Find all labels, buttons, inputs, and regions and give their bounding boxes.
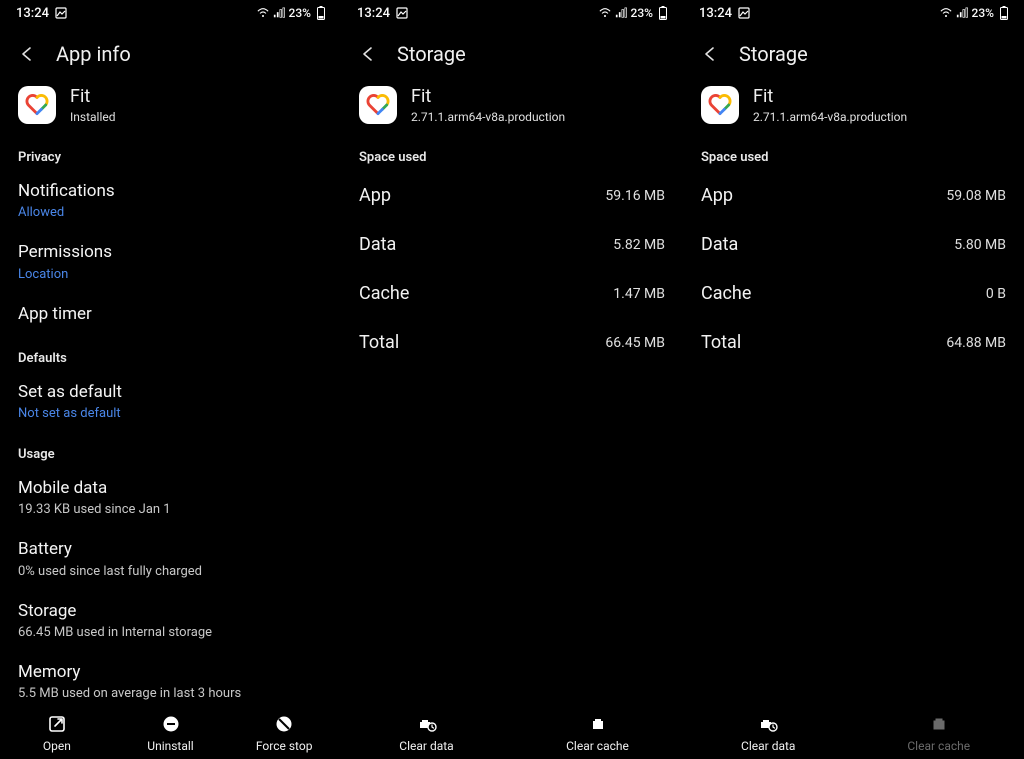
section-privacy: Privacy — [18, 150, 323, 165]
app-icon — [359, 86, 397, 124]
storage-list: Space used App 59.08 MB Data 5.80 MB Cac… — [683, 136, 1024, 759]
image-icon — [55, 7, 67, 19]
clear-data-icon — [417, 714, 437, 734]
row-notifications[interactable]: Notifications Allowed — [18, 171, 323, 232]
status-time: 13:24 — [16, 6, 49, 21]
app-icon — [701, 86, 739, 124]
image-icon — [738, 7, 750, 19]
force-stop-icon — [274, 714, 294, 734]
section-usage: Usage — [18, 447, 323, 462]
app-header[interactable]: Fit 2.71.1.arm64-v8a.production — [683, 76, 1024, 136]
force-stop-button[interactable]: Force stop — [227, 714, 341, 753]
clear-cache-button[interactable]: Clear cache — [512, 714, 683, 753]
row-app-size: App 59.08 MB — [701, 171, 1006, 220]
screen-app-info: 13:24 23% App i — [0, 0, 341, 759]
image-icon — [396, 7, 408, 19]
app-installed-label: Installed — [70, 110, 116, 124]
app-version: 2.71.1.arm64-v8a.production — [753, 110, 907, 124]
section-space-used: Space used — [359, 150, 665, 165]
screen-storage-after: 13:24 23% Stora — [683, 0, 1024, 759]
row-data-size: Data 5.82 MB — [359, 220, 665, 269]
row-app-timer[interactable]: App timer — [18, 294, 323, 337]
clear-cache-icon — [929, 714, 949, 734]
app-version: 2.71.1.arm64-v8a.production — [411, 110, 565, 124]
row-data-size: Data 5.80 MB — [701, 220, 1006, 269]
screen-storage-before: 13:24 23% Stora — [341, 0, 683, 759]
status-time: 13:24 — [357, 6, 390, 21]
wifi-icon — [940, 7, 952, 19]
row-app-size: App 59.16 MB — [359, 171, 665, 220]
status-battery-pct: 23% — [289, 6, 311, 20]
row-total-size: Total 66.45 MB — [359, 318, 665, 367]
row-cache-size: Cache 1.47 MB — [359, 269, 665, 318]
app-name: Fit — [70, 86, 116, 108]
notifications-value: Allowed — [18, 205, 323, 220]
app-name: Fit — [411, 86, 565, 108]
settings-list[interactable]: Privacy Notifications Allowed Permission… — [0, 136, 341, 759]
clear-cache-button: Clear cache — [854, 714, 1024, 753]
row-mobile-data[interactable]: Mobile data 19.33 KB used since Jan 1 — [18, 468, 323, 529]
section-space-used: Space used — [701, 150, 1006, 165]
app-header[interactable]: Fit 2.71.1.arm64-v8a.production — [341, 76, 683, 136]
wifi-icon — [257, 7, 269, 19]
app-icon — [18, 86, 56, 124]
signal-icon — [273, 7, 285, 19]
status-time: 13:24 — [699, 6, 732, 21]
clear-data-icon — [758, 714, 778, 734]
row-permissions[interactable]: Permissions Location — [18, 232, 323, 293]
back-button[interactable] — [16, 43, 38, 65]
status-bar: 13:24 23% — [341, 0, 683, 26]
row-total-size: Total 64.88 MB — [701, 318, 1006, 367]
permissions-value: Location — [18, 267, 323, 282]
app-name: Fit — [753, 86, 907, 108]
open-button[interactable]: Open — [0, 714, 114, 753]
status-bar: 13:24 23% — [0, 0, 341, 26]
bottom-bar: Clear data Clear cache — [683, 703, 1024, 759]
uninstall-icon — [161, 714, 181, 734]
status-battery-pct: 23% — [972, 6, 994, 20]
battery-icon — [657, 7, 669, 19]
page-title: App info — [56, 42, 131, 66]
bottom-bar: Clear data Clear cache — [341, 703, 683, 759]
clear-cache-icon — [588, 714, 608, 734]
open-icon — [47, 714, 67, 734]
back-button[interactable] — [699, 43, 721, 65]
uninstall-button[interactable]: Uninstall — [114, 714, 228, 753]
clear-data-button[interactable]: Clear data — [683, 714, 854, 753]
row-cache-size: Cache 0 B — [701, 269, 1006, 318]
battery-icon — [315, 7, 327, 19]
battery-icon — [998, 7, 1010, 19]
row-battery[interactable]: Battery 0% used since last fully charged — [18, 529, 323, 590]
storage-list: Space used App 59.16 MB Data 5.82 MB Cac… — [341, 136, 683, 759]
back-button[interactable] — [357, 43, 379, 65]
wifi-icon — [599, 7, 611, 19]
status-bar: 13:24 23% — [683, 0, 1024, 26]
status-battery-pct: 23% — [631, 6, 653, 20]
signal-icon — [956, 7, 968, 19]
page-title: Storage — [397, 42, 466, 66]
row-storage[interactable]: Storage 66.45 MB used in Internal storag… — [18, 591, 323, 652]
bottom-bar: Open Uninstall Force stop — [0, 703, 341, 759]
clear-data-button[interactable]: Clear data — [341, 714, 512, 753]
page-title: Storage — [739, 42, 808, 66]
app-header[interactable]: Fit Installed — [0, 76, 341, 136]
title-row: App info — [0, 26, 341, 76]
row-set-default[interactable]: Set as default Not set as default — [18, 372, 323, 433]
set-default-value: Not set as default — [18, 406, 323, 421]
signal-icon — [615, 7, 627, 19]
section-defaults: Defaults — [18, 351, 323, 366]
